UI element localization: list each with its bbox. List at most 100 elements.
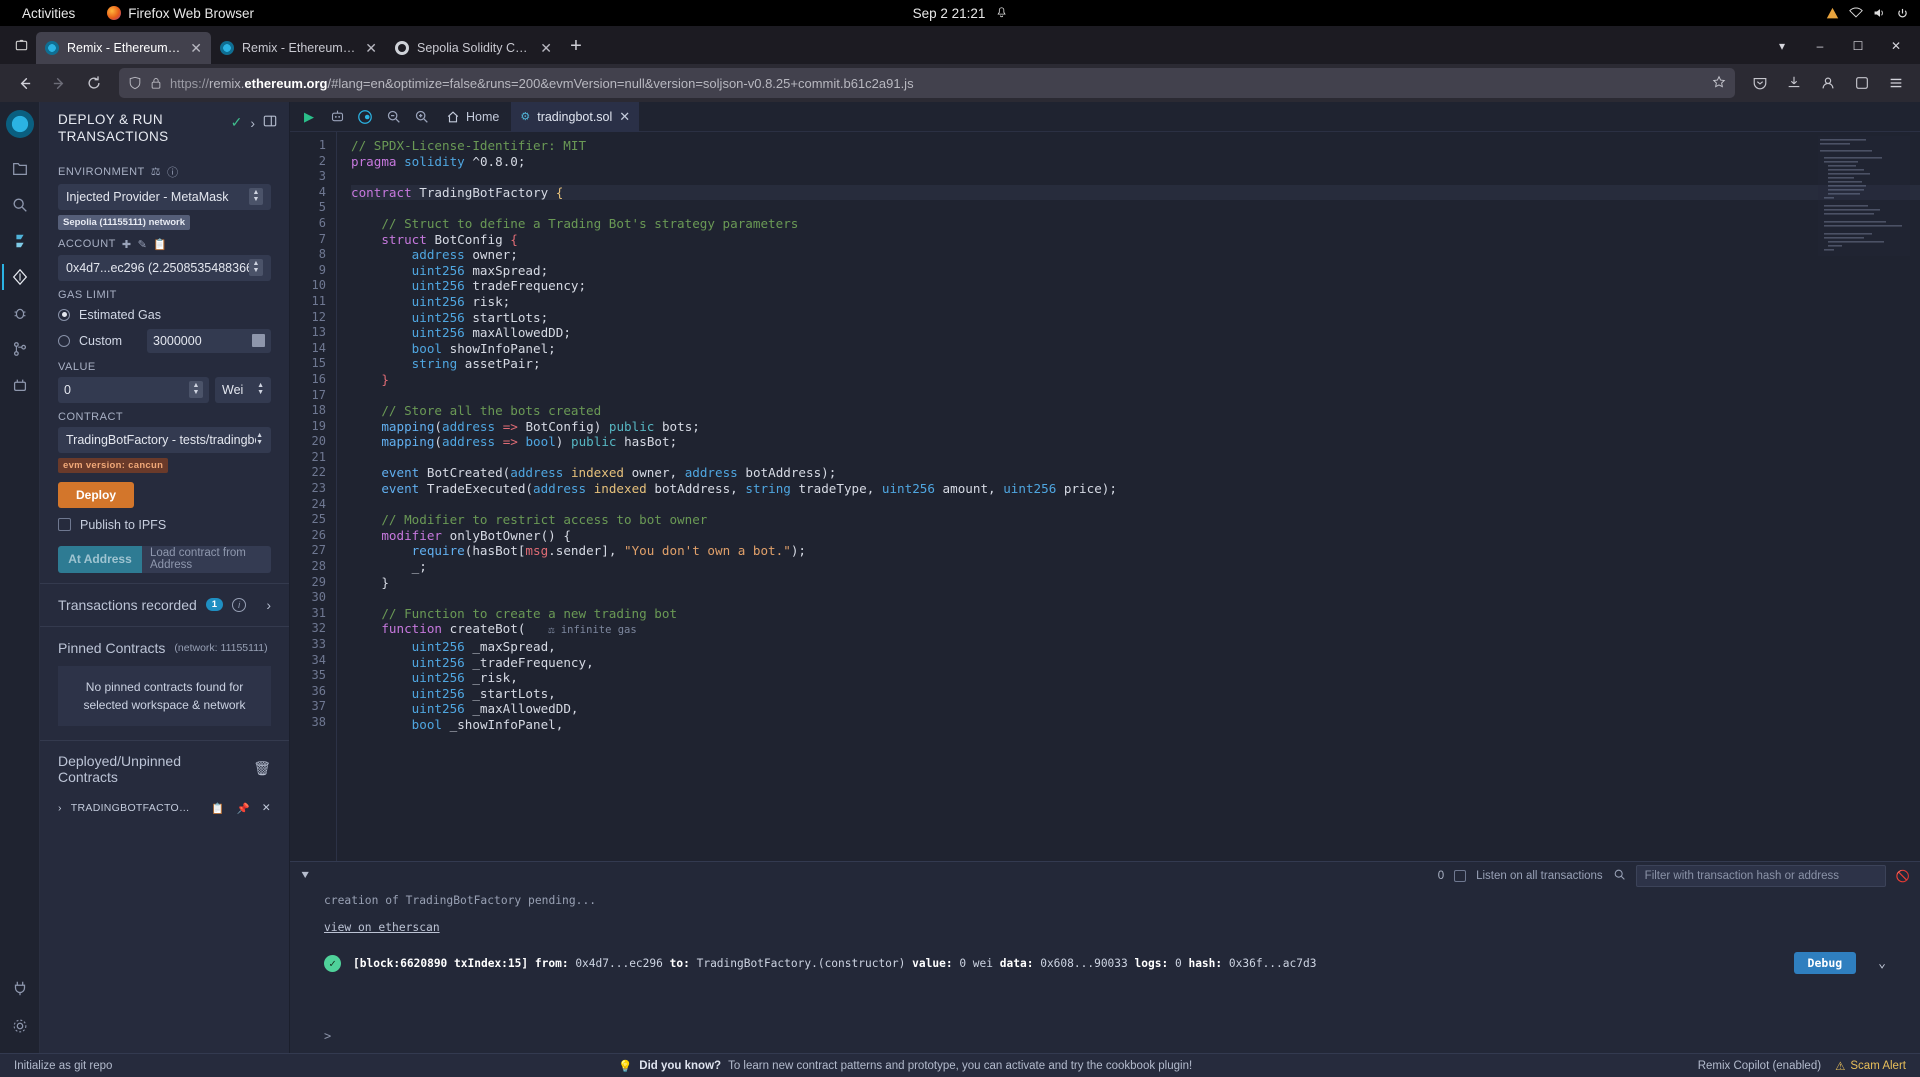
trash-icon[interactable]: 🗑 (253, 760, 271, 777)
code-line: uint256 _tradeFrequency, (411, 654, 594, 670)
etherscan-link[interactable]: view on etherscan (324, 921, 440, 934)
copilot-status-label[interactable]: Remix Copilot (enabled) (1698, 1060, 1821, 1072)
copy-icon[interactable]: 📋 (153, 238, 167, 251)
ai-assistant-icon[interactable] (324, 104, 350, 130)
sidebar-item-debugger[interactable] (2, 296, 38, 330)
debug-button[interactable]: Debug (1793, 952, 1857, 974)
close-icon[interactable]: ✕ (262, 802, 271, 815)
toggle-panel-icon[interactable] (263, 114, 277, 131)
terminal-filter-input[interactable]: Filter with transaction hash or address (1635, 865, 1886, 887)
collapse-terminal-icon[interactable]: ⯆ (300, 868, 310, 884)
chevron-right-icon[interactable]: › (58, 802, 62, 814)
zoom-in-icon[interactable] (408, 104, 434, 130)
code-minimap[interactable] (1818, 136, 1910, 256)
value-input[interactable]: 0 ▲ ▼ (58, 376, 209, 403)
deployed-contracts-section: Deployed/Unpinned Contracts 🗑 (40, 739, 289, 793)
tab-home[interactable]: Home (436, 102, 509, 132)
value-unit-select[interactable]: Wei ▲ ▼ (215, 376, 271, 403)
code-content[interactable]: // SPDX-License-Identifier: MIT pragma so… (336, 132, 1920, 861)
close-icon[interactable]: ✕ (540, 41, 552, 55)
downloads-icon[interactable] (1778, 68, 1810, 98)
transactions-recorded-section[interactable]: Transactions recorded 1 i › (40, 582, 289, 626)
sidebar-item-compiler[interactable] (2, 224, 38, 258)
system-clock[interactable]: Sep 2 21:21 (913, 6, 1008, 21)
custom-gas-input[interactable]: 3000000 (147, 328, 271, 353)
chevron-right-icon[interactable]: › (250, 115, 255, 131)
checkbox-publish-ipfs[interactable] (58, 518, 71, 532)
environment-select[interactable]: Injected Provider - MetaMask ▲ ▼ (58, 183, 271, 210)
tab-list-chevron-down-icon[interactable]: ▾ (1764, 32, 1800, 60)
estimated-gas-option[interactable]: Estimated Gas (58, 308, 271, 322)
sidebar-item-search[interactable] (2, 188, 38, 222)
account-select[interactable]: 0x4d7...ec296 (2.250853548836699 ▲ ▼ (58, 254, 271, 281)
app-menu-icon[interactable] (1880, 68, 1912, 98)
info-icon[interactable]: ⓘ (167, 164, 179, 180)
chevron-down-icon[interactable]: ⌄ (1868, 956, 1886, 971)
close-icon[interactable]: ✕ (365, 41, 377, 55)
code-line: struct BotConfig { (381, 231, 518, 247)
account-icon[interactable] (1812, 68, 1844, 98)
firefox-view-button[interactable] (6, 30, 36, 60)
url-bar[interactable]: https://remix.ethereum.org/#lang=en&opti… (119, 68, 1735, 98)
code-editor[interactable]: 1 2 3 4 5 6 7 8 9 10 11 12 13 14 15 16 17 18 19 20 21 22 23 24 2… (290, 132, 1920, 861)
browser-tab[interactable]: Sepolia Solidity Contract ✕ (386, 32, 561, 64)
extensions-icon[interactable] (1846, 68, 1878, 98)
sidebar-item-plugins-extras[interactable] (2, 971, 38, 1005)
info-icon[interactable]: i (232, 597, 247, 612)
deploy-button[interactable]: Deploy (58, 481, 135, 508)
copy-icon[interactable]: 📋 (211, 802, 224, 815)
forward-button[interactable] (43, 68, 75, 98)
editor-toolbar: ▶ Home ⚙ tradingbot.sol ✕ (290, 101, 1920, 132)
sidebar-item-deploy-run[interactable] (1, 260, 38, 294)
transaction-log-row[interactable]: ✓ [block:6620890 txIndex:15] from: 0x4d7… (324, 952, 1886, 974)
radio-custom-gas[interactable] (58, 334, 70, 347)
back-button[interactable] (8, 68, 40, 98)
save-to-pocket-icon[interactable] (1744, 68, 1776, 98)
system-tray[interactable] (1826, 7, 1908, 20)
line-number: 5 (318, 200, 326, 215)
close-icon[interactable]: ✕ (619, 109, 630, 125)
sidebar-item-plugin-manager[interactable] (2, 368, 38, 402)
contract-select[interactable]: TradingBotFactory - tests/tradingbot ▲ ▼ (58, 426, 271, 453)
reload-button[interactable] (78, 68, 110, 98)
close-window-button[interactable]: ✕ (1878, 32, 1914, 60)
minimize-button[interactable]: – (1802, 32, 1838, 60)
publish-ipfs-row[interactable]: Publish to IPFS (58, 518, 271, 532)
checkbox-listen-all-transactions[interactable] (1454, 870, 1467, 882)
search-icon[interactable] (1613, 868, 1626, 884)
close-icon[interactable]: ✕ (190, 41, 202, 55)
git-init-label[interactable]: Initialize as git repo (14, 1060, 112, 1072)
tab-tradingbot-sol[interactable]: ⚙ tradingbot.sol ✕ (511, 101, 640, 132)
zoom-out-icon[interactable] (380, 104, 406, 130)
sign-message-icon[interactable]: ✎ (138, 238, 148, 251)
clear-terminal-icon[interactable]: 🚫 (1896, 869, 1910, 883)
line-number: 8 (318, 247, 326, 262)
at-address-input[interactable]: Load contract from Address (142, 545, 271, 573)
scam-alert-badge[interactable]: ⚠ Scam Alert (1835, 1059, 1906, 1073)
pin-icon[interactable]: 📌 (237, 802, 250, 815)
sidebar-item-file-explorer[interactable] (2, 152, 38, 186)
sidebar-item-settings[interactable] (2, 1009, 38, 1043)
deployed-contract-item[interactable]: › TRADINGBOTFACTORY AT 0X 📋 📌 ✕ (40, 793, 289, 824)
activities-button[interactable]: Activities (12, 6, 85, 21)
custom-gas-option[interactable]: Custom 3000000 (58, 328, 271, 353)
maximize-button[interactable]: ☐ (1840, 32, 1876, 60)
at-address-button[interactable]: At Address (58, 545, 142, 573)
active-app-indicator[interactable]: Firefox Web Browser (107, 6, 254, 21)
gas-stepper-icon[interactable] (252, 334, 265, 348)
add-account-icon[interactable]: ✚ (122, 238, 132, 251)
sidebar-item-git[interactable] (2, 332, 38, 366)
terminal-prompt[interactable]: > (290, 1023, 1920, 1053)
browser-tab[interactable]: Remix - Ethereum IDE ✕ (36, 32, 211, 64)
bookmark-star-icon[interactable] (1712, 75, 1726, 92)
browser-tab[interactable]: Remix - Ethereum IDE ✕ (211, 32, 386, 64)
run-script-button[interactable]: ▶ (296, 104, 322, 130)
radio-estimated-gas[interactable] (58, 308, 70, 321)
chevron-updown-icon[interactable]: ▲ ▼ (189, 381, 203, 399)
pinned-empty-line1: No pinned contracts found for (85, 679, 244, 694)
value-unit: Wei (222, 382, 244, 397)
toggle-copilot-icon[interactable] (352, 104, 378, 130)
chevron-right-icon[interactable]: › (266, 597, 271, 613)
new-tab-button[interactable]: + (561, 31, 591, 61)
remix-logo-icon[interactable] (5, 110, 34, 138)
